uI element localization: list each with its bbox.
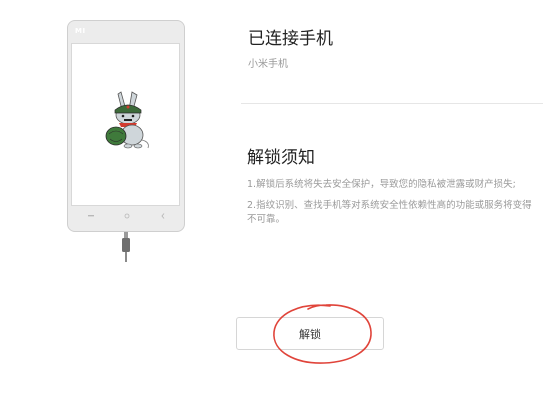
- section-divider: [241, 103, 543, 104]
- phone-nav-bar: [68, 211, 184, 225]
- unlock-notice-list: 1.解锁后系统将失去安全保护，导致您的隐私被泄露或财产损失; 2.指纹识别、查找…: [247, 178, 541, 234]
- connected-device-title: 已连接手机: [248, 29, 333, 49]
- usb-cable-icon: [122, 232, 130, 262]
- notice-item-1: 1.解锁后系统将失去安全保护，导致您的隐私被泄露或财产损失;: [247, 179, 516, 190]
- device-model: 小米手机: [248, 59, 288, 70]
- unlock-notice-title: 解锁须知: [247, 148, 315, 168]
- notice-item-2: 2.指纹识别、查找手机等对系统安全性依赖性高的功能或服务将变得不可靠。: [247, 200, 532, 225]
- phone-screen: [71, 43, 180, 206]
- phone-illustration: MI: [67, 20, 185, 232]
- unlock-page: MI 已连接手机 小米手机 解锁须知 1.解锁后系统将失去安全保护，导致您的隐私…: [0, 0, 543, 407]
- unlock-button[interactable]: 解锁: [236, 317, 384, 350]
- mi-bunny-mascot-icon: [105, 91, 149, 149]
- home-icon: [124, 213, 130, 219]
- back-icon: [161, 213, 165, 219]
- menu-icon: [88, 215, 94, 217]
- phone-brand-logo: MI: [75, 27, 86, 35]
